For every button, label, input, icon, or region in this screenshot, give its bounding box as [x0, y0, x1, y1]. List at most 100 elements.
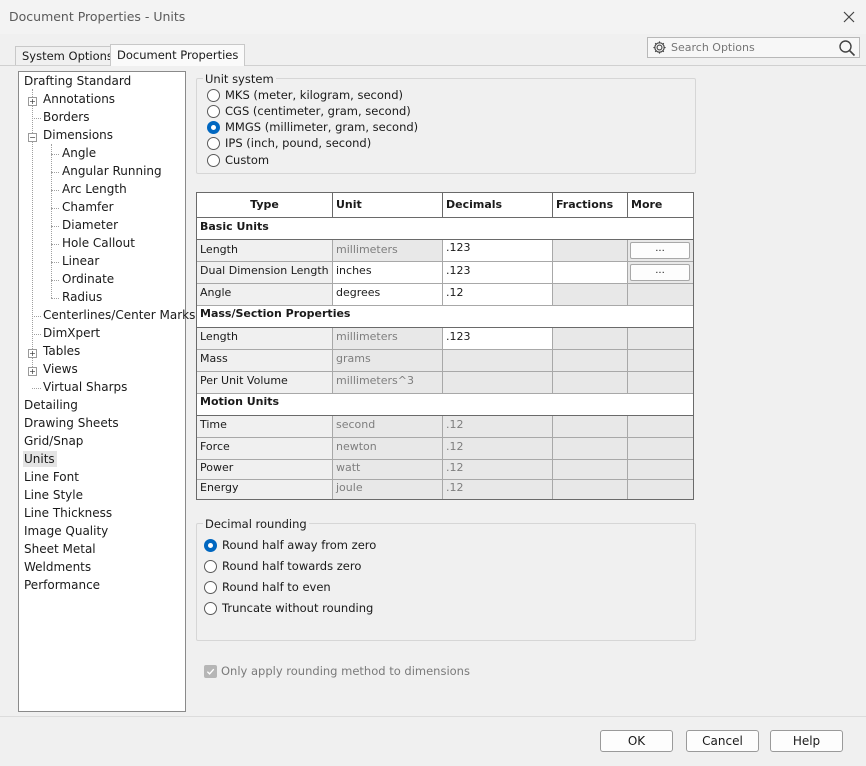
- tree-item-drawing-sheets[interactable]: Drawing Sheets: [24, 416, 119, 430]
- options-tree[interactable]: + − + + Drafting Standard Annotations Bo…: [18, 71, 195, 712]
- tree-item-chamfer[interactable]: Chamfer: [62, 200, 114, 214]
- radio-button[interactable]: [204, 601, 217, 615]
- radio-button[interactable]: [207, 136, 220, 150]
- decimals-cell[interactable]: .12: [443, 438, 553, 460]
- tree-item-arc-length[interactable]: Arc Length: [62, 182, 127, 196]
- tree-item-radius[interactable]: Radius: [62, 290, 102, 304]
- tree-item-drafting-standard[interactable]: Drafting Standard: [24, 74, 131, 88]
- tab-system-options[interactable]: System Options: [15, 46, 120, 65]
- radio-button[interactable]: [207, 104, 220, 118]
- close-icon: [843, 11, 855, 23]
- radio-button-selected[interactable]: [204, 538, 217, 552]
- radio-cgs[interactable]: CGS (centimeter, gram, second): [207, 104, 411, 118]
- unit-cell[interactable]: newton: [333, 438, 443, 460]
- tree-item-line-font[interactable]: Line Font: [24, 470, 79, 484]
- unit-cell[interactable]: millimeters^3: [333, 372, 443, 394]
- more-button[interactable]: ...: [630, 242, 690, 259]
- unit-cell[interactable]: degrees: [333, 284, 443, 306]
- tree-item-tables[interactable]: Tables: [43, 344, 80, 358]
- tree-item-line-style[interactable]: Line Style: [24, 488, 83, 502]
- row-label: Force: [197, 438, 333, 460]
- unit-cell[interactable]: joule: [333, 480, 443, 499]
- search-icon[interactable]: [838, 39, 856, 60]
- tree-item-centerlines[interactable]: Centerlines/Center Marks: [43, 308, 195, 322]
- decimals-cell[interactable]: .12: [443, 460, 553, 480]
- help-button[interactable]: Help: [770, 730, 843, 752]
- search-box[interactable]: [647, 37, 860, 58]
- tree-item-dimxpert[interactable]: DimXpert: [43, 326, 100, 340]
- fractions-cell: [553, 350, 628, 372]
- tab-document-properties[interactable]: Document Properties: [110, 44, 246, 66]
- expand-plus-icon[interactable]: +: [28, 367, 37, 376]
- more-button[interactable]: ...: [630, 264, 690, 281]
- unit-cell[interactable]: watt: [333, 460, 443, 480]
- unit-cell[interactable]: millimeters: [333, 328, 443, 350]
- expand-plus-icon[interactable]: +: [28, 97, 37, 106]
- column-header-type: Type: [197, 193, 333, 218]
- tree-item-weldments[interactable]: Weldments: [24, 560, 91, 574]
- tree-item-line-thickness[interactable]: Line Thickness: [24, 506, 112, 520]
- tree-item-detailing[interactable]: Detailing: [24, 398, 78, 412]
- radio-mks[interactable]: MKS (meter, kilogram, second): [207, 88, 403, 102]
- fractions-cell: [553, 438, 628, 460]
- decimals-cell[interactable]: .12: [443, 480, 553, 499]
- close-button[interactable]: [836, 4, 862, 30]
- tree-item-hole-callout[interactable]: Hole Callout: [62, 236, 135, 250]
- more-cell: [628, 372, 693, 394]
- decimals-cell[interactable]: .12: [443, 284, 553, 306]
- tree-item-sheet-metal[interactable]: Sheet Metal: [24, 542, 96, 556]
- radio-button[interactable]: [204, 559, 217, 573]
- radio-truncate[interactable]: Truncate without rounding: [204, 601, 373, 615]
- radio-round-half-towards[interactable]: Round half towards zero: [204, 559, 361, 573]
- radio-button[interactable]: [204, 580, 217, 594]
- unit-cell[interactable]: millimeters: [333, 240, 443, 262]
- tree-item-virtual-sharps[interactable]: Virtual Sharps: [43, 380, 127, 394]
- tree-item-ordinate[interactable]: Ordinate: [62, 272, 114, 286]
- radio-button[interactable]: [207, 88, 220, 102]
- more-cell: [628, 328, 693, 350]
- tree-item-image-quality[interactable]: Image Quality: [24, 524, 108, 538]
- radio-mmgs[interactable]: MMGS (millimeter, gram, second): [207, 120, 418, 134]
- cancel-button[interactable]: Cancel: [686, 730, 759, 752]
- only-apply-rounding-checkbox[interactable]: Only apply rounding method to dimensions: [204, 664, 470, 678]
- tree-item-grid-snap[interactable]: Grid/Snap: [24, 434, 83, 448]
- radio-button[interactable]: [207, 153, 220, 167]
- fractions-cell: [553, 416, 628, 438]
- unit-cell[interactable]: inches: [333, 262, 443, 284]
- tree-item-annotations[interactable]: Annotations: [43, 92, 115, 106]
- gear-icon[interactable]: [651, 40, 667, 56]
- radio-ips[interactable]: IPS (inch, pound, second): [207, 136, 371, 150]
- decimals-cell[interactable]: .123: [443, 328, 553, 350]
- radio-round-half-even[interactable]: Round half to even: [204, 580, 331, 594]
- window-title: Document Properties - Units: [9, 9, 186, 24]
- decimals-cell[interactable]: .123: [443, 240, 553, 262]
- tree-item-angular-running[interactable]: Angular Running: [62, 164, 162, 178]
- fractions-cell: [553, 460, 628, 480]
- collapse-minus-icon[interactable]: −: [28, 133, 37, 142]
- tree-item-borders[interactable]: Borders: [43, 110, 89, 124]
- tree-item-performance[interactable]: Performance: [24, 578, 100, 592]
- checkbox-disabled[interactable]: [204, 664, 217, 678]
- unit-cell[interactable]: second: [333, 416, 443, 438]
- row-label: Power: [197, 460, 333, 480]
- tree-item-angle[interactable]: Angle: [62, 146, 96, 160]
- decimals-cell[interactable]: .123: [443, 262, 553, 284]
- column-header-fractions: Fractions: [553, 193, 628, 218]
- tree-item-diameter[interactable]: Diameter: [62, 218, 118, 232]
- ok-button[interactable]: OK: [600, 730, 673, 752]
- radio-button-selected[interactable]: [207, 120, 220, 134]
- radio-label: MMGS (millimeter, gram, second): [225, 120, 419, 134]
- tree-connector: [51, 298, 59, 299]
- tree-connector: [51, 154, 59, 155]
- expand-plus-icon[interactable]: +: [28, 349, 37, 358]
- tree-item-units[interactable]: Units: [23, 451, 57, 467]
- tree-item-views[interactable]: Views: [43, 362, 78, 376]
- unit-cell[interactable]: grams: [333, 350, 443, 372]
- radio-custom[interactable]: Custom: [207, 153, 269, 167]
- fractions-cell[interactable]: [553, 262, 628, 284]
- search-input[interactable]: [669, 40, 834, 55]
- radio-round-half-away[interactable]: Round half away from zero: [204, 538, 376, 552]
- decimals-cell[interactable]: .12: [443, 416, 553, 438]
- tree-item-linear[interactable]: Linear: [62, 254, 99, 268]
- tree-item-dimensions[interactable]: Dimensions: [43, 128, 113, 142]
